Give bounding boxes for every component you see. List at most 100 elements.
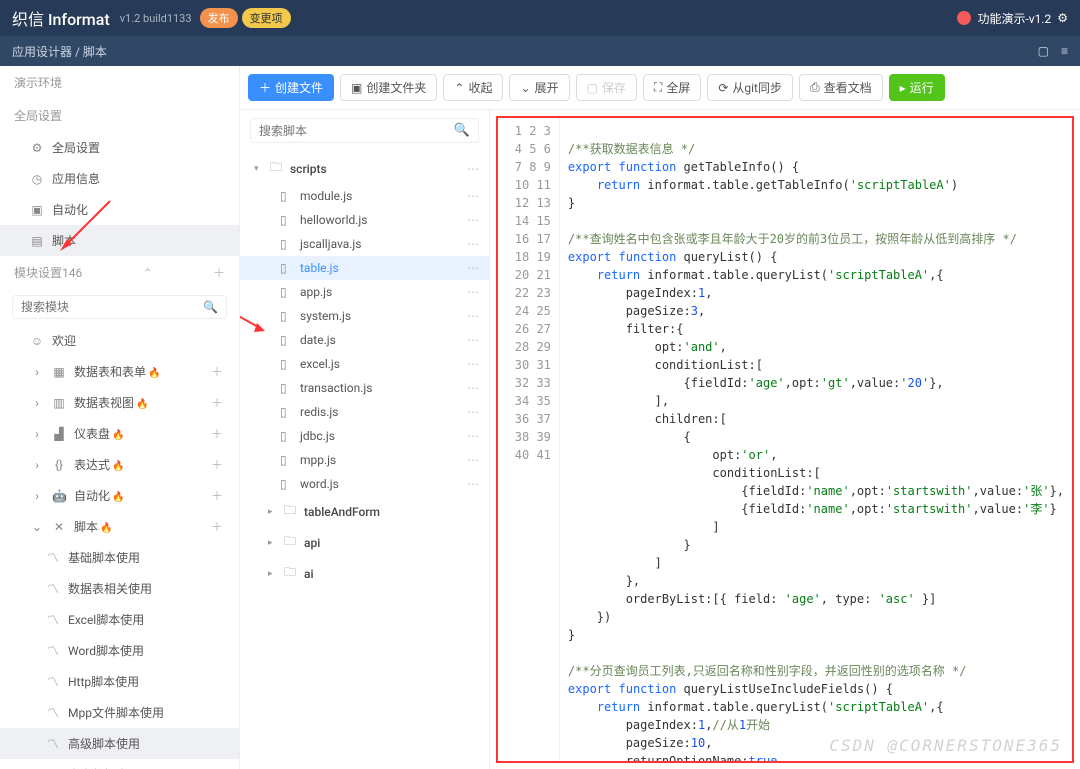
chart-line-icon: 〽: [46, 642, 60, 659]
file-tree-panel: 🔍 ▾🗀scripts⋯▯module.js⋯▯helloworld.js⋯▯j…: [240, 110, 490, 769]
section-demo-env: 演示环境: [0, 66, 239, 99]
nav-expression[interactable]: ›{}表达式＋: [0, 449, 239, 480]
list-icon[interactable]: ≡: [1061, 44, 1068, 58]
sub-tableA[interactable]: ▦脚本数据表A: [0, 759, 239, 769]
settings-icon[interactable]: ⚙: [1057, 11, 1068, 25]
chevron-down-icon: ⌄: [30, 520, 44, 534]
file-jscalljava-js[interactable]: ▯jscalljava.js⋯: [240, 232, 489, 256]
file-tree: ▾🗀scripts⋯▯module.js⋯▯helloworld.js⋯▯jsc…: [240, 151, 489, 769]
breadcrumb: 应用设计器 / 脚本: [12, 43, 107, 60]
file-excel-js[interactable]: ▯excel.js⋯: [240, 352, 489, 376]
sub-word[interactable]: 〽Word脚本使用: [0, 635, 239, 666]
file-mpp-js[interactable]: ▯mpp.js⋯: [240, 448, 489, 472]
folder-scripts[interactable]: ▾🗀scripts⋯: [240, 153, 489, 184]
chevron-icon: ›: [30, 458, 44, 472]
robot-icon: 🤖: [52, 489, 66, 503]
nav-script2[interactable]: ⌄✕脚本＋: [0, 511, 239, 542]
publish-button[interactable]: 发布: [200, 8, 238, 28]
info-icon: ◷: [30, 172, 44, 186]
chart-line-icon: 〽: [46, 611, 60, 628]
tree-search-input[interactable]: [259, 124, 454, 138]
chevron-icon: ›: [30, 427, 44, 441]
run-button[interactable]: ▸ 运行: [889, 74, 945, 101]
status-dot-icon: [957, 11, 971, 25]
nav-automation2[interactable]: ›🤖自动化＋: [0, 480, 239, 511]
view-doc-button[interactable]: ⎙ 查看文档: [799, 74, 883, 101]
save-button[interactable]: ▢ 保存: [576, 74, 637, 101]
file-date-js[interactable]: ▯date.js⋯: [240, 328, 489, 352]
nav-automation[interactable]: ▣自动化: [0, 194, 239, 225]
code-editor[interactable]: 1 2 3 4 5 6 7 8 9 10 11 12 13 14 15 16 1…: [496, 116, 1074, 763]
code-editor-panel: 1 2 3 4 5 6 7 8 9 10 11 12 13 14 15 16 1…: [490, 110, 1080, 769]
braces-icon: {}: [52, 458, 66, 472]
sub-http[interactable]: 〽Http脚本使用: [0, 666, 239, 697]
folder-tableAndForm[interactable]: ▸🗀tableAndForm: [240, 496, 489, 527]
editor-toolbar: ＋ 创建文件 ▣ 创建文件夹 ⌃ 收起 ⌄ 展开 ▢ 保存 ⛶ 全屏 ⟳ 从gi…: [240, 66, 1080, 110]
section-global: 全局设置: [0, 99, 239, 132]
sub-dt[interactable]: 〽数据表相关使用: [0, 573, 239, 604]
expand-button[interactable]: ⌄ 展开: [509, 74, 569, 101]
script-icon: ▤: [30, 234, 44, 248]
nav-script[interactable]: ▤脚本: [0, 225, 239, 256]
file-word-js[interactable]: ▯word.js⋯: [240, 472, 489, 496]
nav-dashboard[interactable]: ›▟仪表盘＋: [0, 418, 239, 449]
sub-basic[interactable]: 〽基础脚本使用: [0, 542, 239, 573]
module-search[interactable]: 🔍: [12, 295, 227, 319]
add-icon[interactable]: ＋: [211, 363, 223, 380]
sub-excel[interactable]: 〽Excel脚本使用: [0, 604, 239, 635]
search-icon: 🔍: [454, 123, 470, 138]
view-icon: ▥: [52, 396, 66, 410]
nav-datatable[interactable]: ›▦数据表和表单＋: [0, 356, 239, 387]
folder-ai[interactable]: ▸🗀ai: [240, 558, 489, 589]
collapse-button[interactable]: ⌃ 收起: [443, 74, 503, 101]
chevron-icon: ›: [30, 489, 44, 503]
module-add-icon[interactable]: ＋: [213, 264, 225, 281]
chart-line-icon: 〽: [46, 673, 60, 690]
chart-icon: ▟: [52, 427, 66, 441]
chevron-icon: ›: [30, 396, 44, 410]
automation-icon: ▣: [30, 203, 44, 217]
file-jdbc-js[interactable]: ▯jdbc.js⋯: [240, 424, 489, 448]
chart-line-icon: 〽: [46, 549, 60, 566]
module-search-input[interactable]: [21, 300, 203, 314]
folder-api[interactable]: ▸🗀api: [240, 527, 489, 558]
file-transaction-js[interactable]: ▯transaction.js⋯: [240, 376, 489, 400]
tree-search[interactable]: 🔍: [250, 118, 479, 143]
nav-tableview[interactable]: ›▥数据表视图＋: [0, 387, 239, 418]
chevron-icon: ›: [30, 365, 44, 379]
top-bar: 织信 Informat v1.2 build1133 发布 变更项 功能演示-v…: [0, 0, 1080, 36]
left-sidebar: 演示环境 全局设置 ⚙全局设置 ◷应用信息 ▣自动化 ▤脚本 模块设置146⌃＋…: [0, 66, 240, 769]
chart-line-icon: 〽: [46, 704, 60, 721]
smile-icon: ☺: [30, 334, 44, 348]
file-module-js[interactable]: ▯module.js⋯: [240, 184, 489, 208]
section-modules: 模块设置146⌃＋: [0, 256, 239, 289]
nav-app-info[interactable]: ◷应用信息: [0, 163, 239, 194]
table-icon: ▦: [52, 365, 66, 379]
layout-icon[interactable]: ▢: [1038, 44, 1049, 58]
fullscreen-button[interactable]: ⛶ 全屏: [643, 74, 701, 101]
git-sync-button[interactable]: ⟳ 从git同步: [707, 74, 793, 101]
sub-header: 应用设计器 / 脚本 ▢ ≡: [0, 36, 1080, 66]
gear-icon: ⚙: [30, 141, 44, 155]
line-gutter: 1 2 3 4 5 6 7 8 9 10 11 12 13 14 15 16 1…: [498, 118, 560, 761]
sub-adv[interactable]: 〽高级脚本使用: [0, 728, 239, 759]
module-collapse-icon[interactable]: ⌃: [143, 266, 153, 280]
search-icon: 🔍: [203, 300, 218, 314]
file-table-js[interactable]: ▯table.js⋯: [240, 256, 489, 280]
chart-line-icon: 〽: [46, 580, 60, 597]
demo-label: 功能演示-v1.2: [977, 10, 1051, 27]
version-label: v1.2 build1133: [120, 12, 192, 25]
new-file-button[interactable]: ＋ 创建文件: [248, 74, 334, 101]
change-button[interactable]: 变更项: [242, 8, 291, 28]
file-redis-js[interactable]: ▯redis.js⋯: [240, 400, 489, 424]
x-icon: ✕: [52, 520, 66, 534]
new-folder-button[interactable]: ▣ 创建文件夹: [340, 74, 437, 101]
sub-mpp[interactable]: 〽Mpp文件脚本使用: [0, 697, 239, 728]
code-content[interactable]: /**获取数据表信息 */ export function getTableIn…: [560, 118, 1072, 761]
nav-welcome[interactable]: ☺欢迎: [0, 325, 239, 356]
chart-line-icon: 〽: [46, 735, 60, 752]
nav-global-settings[interactable]: ⚙全局设置: [0, 132, 239, 163]
file-helloworld-js[interactable]: ▯helloworld.js⋯: [240, 208, 489, 232]
file-app-js[interactable]: ▯app.js⋯: [240, 280, 489, 304]
file-system-js[interactable]: ▯system.js⋯: [240, 304, 489, 328]
